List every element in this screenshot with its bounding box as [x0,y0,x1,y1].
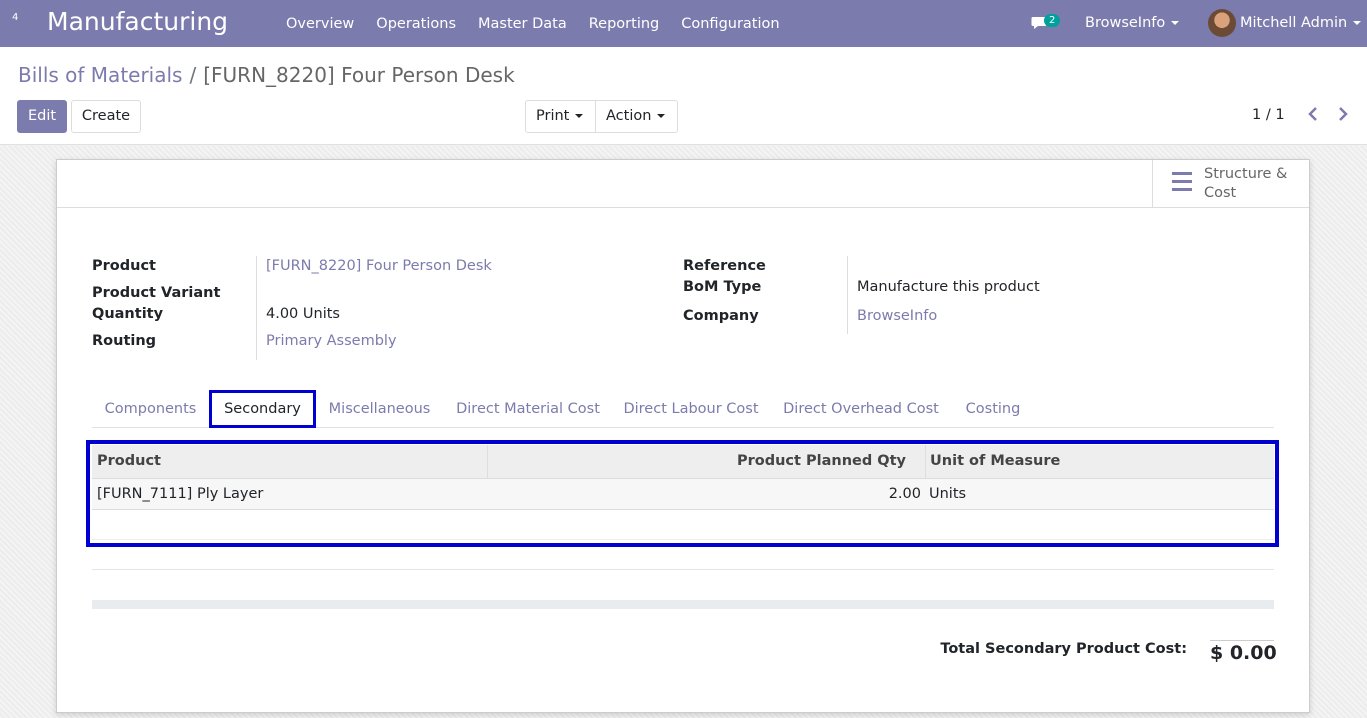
user-name: Mitchell Admin [1240,15,1348,31]
quantity-uom: Units [302,306,340,322]
action-dropdown[interactable]: Action [595,100,678,133]
messages-count-badge: 2 [1044,14,1061,27]
tab-direct-labour-cost[interactable]: Direct Labour Cost [616,390,766,428]
apps-menu-icon[interactable]: 4 [12,12,18,23]
form-sheet: Structure & Cost Product [FURN_8220] Fou… [56,159,1310,713]
routing-label: Routing [92,333,157,349]
caret-down-icon [1353,21,1362,25]
edit-button[interactable]: Edit [17,100,67,133]
menu-reporting[interactable]: Reporting [578,16,671,32]
tab-direct-material-cost[interactable]: Direct Material Cost [448,390,608,428]
control-panel: Bills of Materials / [FURN_8220] Four Pers… [0,47,1367,145]
caret-down-icon [657,114,666,118]
breadcrumb: Bills of Materials / [FURN_8220] Four Pers… [18,63,515,87]
bom-type-label: BoM Type [683,279,762,295]
product-value[interactable]: [FURN_8220] Four Person Desk [266,258,492,274]
avatar[interactable] [1208,9,1236,37]
total-secondary-cost-label: Total Secondary Product Cost: [940,641,1187,657]
print-dropdown[interactable]: Print [525,100,596,133]
structure-cost-button[interactable]: Structure & Cost [1152,160,1309,208]
company-name: BrowseInfo [1085,15,1166,31]
print-label: Print [536,108,570,124]
menu-configuration[interactable]: Configuration [670,16,790,32]
divider [92,569,1274,570]
caret-down-icon [575,114,584,118]
menu-master-data[interactable]: Master Data [467,16,578,32]
tab-components[interactable]: Components [92,390,209,428]
company-value[interactable]: BrowseInfo [857,308,937,324]
product-label: Product [92,258,156,274]
top-navbar: 4 Manufacturing Overview Operations Mast… [0,0,1367,47]
menu-operations[interactable]: Operations [365,16,467,32]
breadcrumb-current: [FURN_8220] Four Person Desk [203,63,515,87]
action-label: Action [606,108,652,124]
create-button[interactable]: Create [71,100,141,133]
tab-secondary[interactable]: Secondary [209,390,316,428]
chevron-left-icon[interactable] [1305,105,1321,123]
tab-miscellaneous[interactable]: Miscellaneous [322,390,437,428]
caret-down-icon [1171,21,1180,25]
button-box: Structure & Cost [57,160,1309,208]
messages-button[interactable]: 2 [1031,14,1065,34]
menu-overview[interactable]: Overview [275,16,365,32]
quantity-label: Quantity [92,306,164,322]
bom-type-value: Manufacture this product [857,279,1040,295]
tab-direct-overhead-cost[interactable]: Direct Overhead Cost [776,390,946,428]
pager-value[interactable]: 1 / 1 [1252,107,1285,123]
notebook-tabs: Components Secondary Miscellaneous Direc… [92,390,1274,428]
quantity-number: 4.00 [266,306,299,322]
main-menu: Overview Operations Master Data Reportin… [275,0,791,47]
user-menu[interactable]: Mitchell Admin [1240,15,1362,31]
bars-icon [1172,172,1192,194]
app-title[interactable]: Manufacturing [47,7,228,36]
chevron-right-icon[interactable] [1335,105,1351,123]
field-separator [256,256,257,360]
company-label: Company [683,308,759,324]
table-highlight-frame [86,440,1279,547]
divider [92,600,1274,609]
total-secondary-cost-value: $ 0.00 [1210,640,1277,664]
structure-cost-label: Structure & Cost [1204,166,1288,201]
quantity-value: 4.00 Units [266,306,340,322]
breadcrumb-parent-link[interactable]: Bills of Materials [18,63,182,87]
routing-value[interactable]: Primary Assembly [266,333,397,349]
tab-costing[interactable]: Costing [956,390,1030,428]
reference-label: Reference [683,258,766,274]
field-separator [847,256,848,334]
company-switcher[interactable]: BrowseInfo [1085,15,1180,31]
breadcrumb-separator: / [189,63,197,87]
product-variant-label: Product Variant [92,285,221,301]
